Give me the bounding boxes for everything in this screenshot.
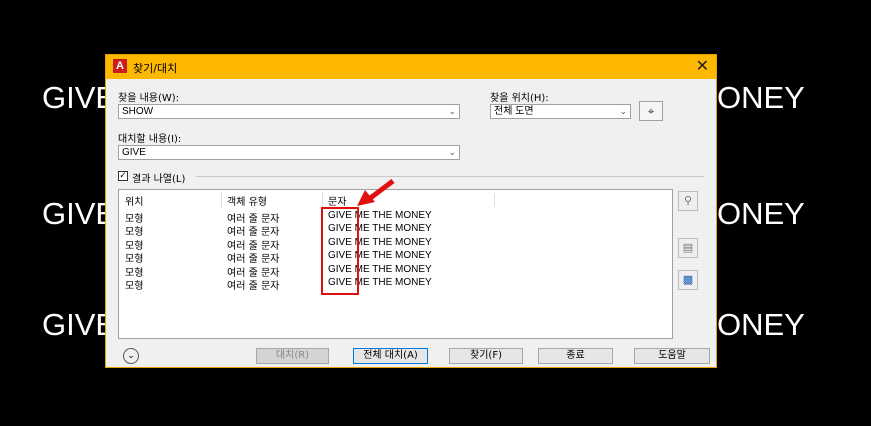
table-row[interactable]: 모형 여러 줄 문자 GIVE ME THE MONEY [119,237,672,252]
table-row[interactable]: 모형 여러 줄 문자 GIVE ME THE MONEY [119,250,672,265]
highlight-box [321,207,359,295]
table-row[interactable]: 모형 여러 줄 문자 GIVE ME THE MONEY [119,223,672,238]
help-button[interactable]: 도움말 [634,348,710,364]
find-what-label: 찾을 내용(W): [118,93,180,104]
background-text-right-3: ONEY [717,307,805,342]
expand-options-button[interactable]: ⌄ [123,348,139,364]
cell-object-type: 여러 줄 문자 [227,281,280,292]
selection-set-all-icon: ▩ [682,273,694,286]
find-what-combo[interactable]: SHOW ⌄ [118,104,460,119]
done-button[interactable]: 종료 [538,348,613,364]
table-row[interactable]: 모형 여러 줄 문자 GIVE ME THE MONEY [119,277,672,292]
close-icon[interactable]: ✕ [696,57,709,75]
column-divider [322,193,323,207]
table-row[interactable]: 모형 여러 줄 문자 GIVE ME THE MONEY [119,264,672,279]
replace-all-button[interactable]: 전체 대치(A) [353,348,428,364]
find-button[interactable]: 찾기(F) [449,348,523,364]
chevron-down-icon[interactable]: ⌄ [619,105,627,118]
cell-object-type: 여러 줄 문자 [227,254,280,265]
app-logo-icon: A [113,59,127,73]
column-header-location[interactable]: 위치 [125,193,143,208]
replace-with-value: GIVE [122,147,146,158]
cell-location: 모형 [125,254,144,265]
background-text-right-1: ONEY [717,80,805,115]
divider [196,176,704,177]
chevron-down-icon[interactable]: ⌄ [448,146,456,159]
selection-set-icon: ▤ [682,241,694,254]
column-divider [494,193,495,207]
results-list[interactable]: 위치 객체 유형 문자 모형 여러 줄 문자 GIVE ME THE MONEY… [118,179,673,339]
find-where-combo[interactable]: 전체 도면 ⌄ [490,104,631,119]
replace-button[interactable]: 대치(R) [256,348,329,364]
replace-with-combo[interactable]: GIVE ⌄ [118,145,460,160]
zoom-to-highlighted-button[interactable]: ⚲ [678,191,698,211]
dialog-title: 찾기/대치 [133,62,178,75]
zoom-icon: ⚲ [683,194,693,207]
cell-location: 모형 [125,227,144,238]
chevron-down-icon[interactable]: ⌄ [448,105,456,118]
red-arrow-icon [357,179,395,206]
background-text-right-2: ONEY [717,196,805,231]
find-replace-dialog: A 찾기/대치 ✕ 찾을 내용(W): SHOW ⌄ 찾을 위치(H): 전체 … [105,54,717,368]
list-results-checkbox[interactable]: ✓ [118,171,128,181]
list-results-label: 결과 나열(L) [132,174,186,185]
column-divider [221,193,222,207]
cell-location: 모형 [125,281,144,292]
find-where-value: 전체 도면 [494,106,534,117]
column-header-object-type[interactable]: 객체 유형 [227,193,267,208]
create-selection-set-button[interactable]: ▤ [678,238,698,258]
find-where-label: 찾을 위치(H): [490,93,549,104]
title-bar[interactable]: A 찾기/대치 ✕ [106,55,716,79]
replace-with-label: 대치할 내용(I): [118,134,182,145]
find-what-value: SHOW [122,106,154,117]
create-selection-set-all-button[interactable]: ▩ [678,270,698,290]
column-header-text[interactable]: 문자 [328,193,346,208]
crosshair-icon: ⌖ [647,104,655,118]
table-row[interactable]: 모형 여러 줄 문자 GIVE ME THE MONEY [119,210,672,225]
select-objects-button[interactable]: ⌖ [639,101,663,121]
cell-object-type: 여러 줄 문자 [227,227,280,238]
chevron-down-icon: ⌄ [127,351,135,361]
